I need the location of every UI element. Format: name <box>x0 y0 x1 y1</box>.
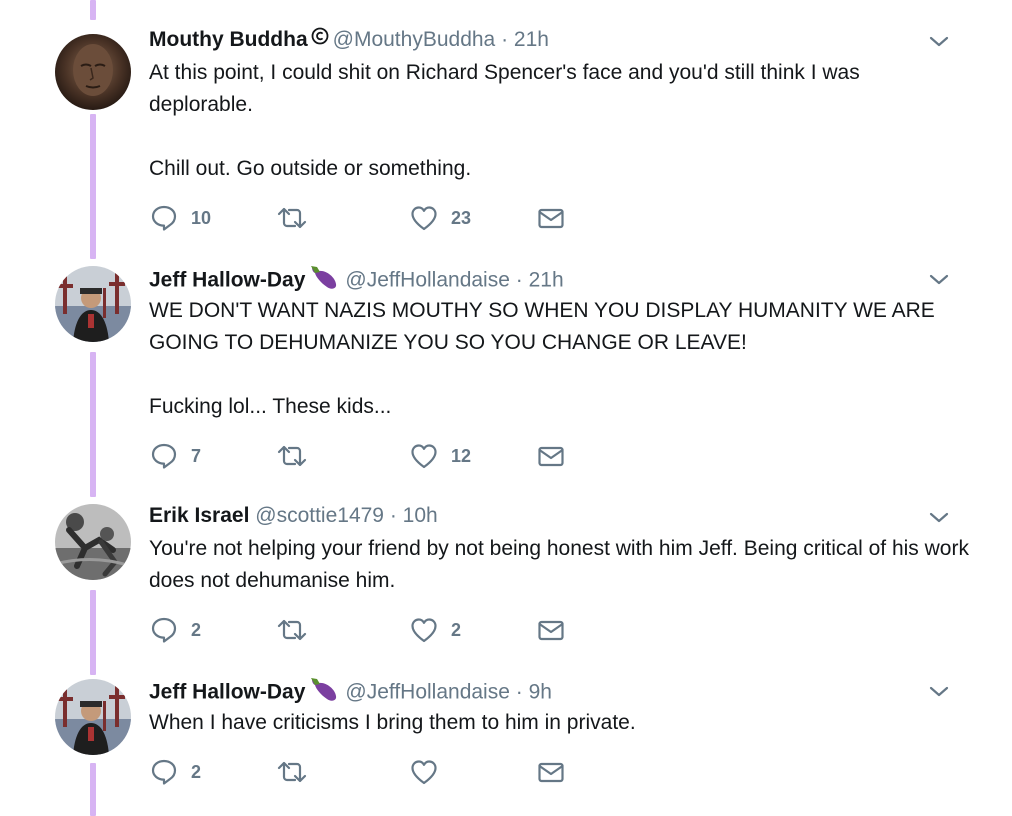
copyright-icon <box>311 25 329 53</box>
reply-count: 2 <box>191 761 202 782</box>
thread-line-2 <box>90 352 96 497</box>
direct-message-button[interactable] <box>537 615 565 645</box>
heart-icon <box>409 441 439 471</box>
avatar[interactable] <box>55 34 131 110</box>
direct-message-button[interactable] <box>537 203 565 233</box>
like-button[interactable]: 2 <box>409 615 461 645</box>
retweet-button[interactable] <box>275 615 321 645</box>
thread-line-4 <box>90 763 96 816</box>
reply-count: 2 <box>191 619 202 640</box>
tweet-header: Jeff Hallow-Day @JeffHollandaise · 9h <box>149 676 552 704</box>
like-count: 2 <box>451 619 462 640</box>
retweet-icon <box>275 615 309 645</box>
direct-message-button[interactable] <box>537 441 565 471</box>
tweet-text: You're not helping your friend by not be… <box>149 537 969 592</box>
action-bar: 7 12 <box>149 441 609 471</box>
retweet-icon <box>275 757 309 787</box>
chevron-down-icon[interactable] <box>927 682 951 700</box>
avatar[interactable] <box>55 679 131 755</box>
retweet-button[interactable] <box>275 203 321 233</box>
action-bar: 10 23 <box>149 203 609 233</box>
author-name[interactable]: Erik Israel <box>149 504 249 527</box>
author-name[interactable]: Mouthy Buddha <box>149 28 308 51</box>
envelope-icon <box>537 203 565 233</box>
reply-icon <box>149 757 179 787</box>
heart-icon <box>409 757 439 787</box>
separator-dot: · <box>515 680 523 704</box>
avatar[interactable] <box>55 266 131 342</box>
author-handle[interactable]: @scottie1479 <box>255 504 384 527</box>
thread-line-3 <box>90 590 96 675</box>
direct-message-button[interactable] <box>537 757 565 787</box>
timestamp[interactable]: 21h <box>529 269 564 292</box>
author-handle[interactable]: @JeffHollandaise <box>345 681 510 704</box>
envelope-icon <box>537 615 565 645</box>
reply-count: 7 <box>191 445 202 466</box>
tweet-header: Mouthy Buddha @MouthyBuddha · 21h <box>149 26 549 54</box>
envelope-icon <box>537 441 565 471</box>
author-handle[interactable]: @JeffHollandaise <box>345 269 510 292</box>
timestamp[interactable]: 10h <box>403 504 438 527</box>
retweet-icon <box>275 441 309 471</box>
timestamp[interactable]: 21h <box>514 28 549 51</box>
action-bar: 2 <box>149 757 609 787</box>
reply-button[interactable]: 7 <box>149 441 201 471</box>
author-name[interactable]: Jeff Hallow-Day <box>149 681 305 704</box>
reply-button[interactable]: 2 <box>149 757 201 787</box>
separator-dot: · <box>389 504 397 527</box>
eggplant-icon <box>309 676 339 710</box>
like-count: 12 <box>451 445 472 466</box>
tweet-header: Erik Israel @scottie1479 · 10h <box>149 502 438 530</box>
heart-icon <box>409 615 439 645</box>
author-handle[interactable]: @MouthyBuddha <box>333 28 496 51</box>
action-bar: 2 2 <box>149 615 609 645</box>
thread-line-1 <box>90 114 96 259</box>
reply-icon <box>149 615 179 645</box>
like-count: 23 <box>451 207 472 228</box>
like-button[interactable]: 23 <box>409 203 471 233</box>
chevron-down-icon[interactable] <box>927 270 951 288</box>
tweet-text: When I have criticisms I bring them to h… <box>149 711 636 734</box>
reply-icon <box>149 441 179 471</box>
tweet-header: Jeff Hallow-Day @JeffHollandaise · 21h <box>149 264 564 292</box>
reply-button[interactable]: 2 <box>149 615 201 645</box>
author-name[interactable]: Jeff Hallow-Day <box>149 269 305 292</box>
retweet-button[interactable] <box>275 757 321 787</box>
thread-line-top <box>90 0 96 20</box>
separator-dot: · <box>501 28 509 51</box>
eggplant-icon <box>309 264 339 298</box>
tweet-text: At this point, I could shit on Richard S… <box>149 61 860 180</box>
chevron-down-icon[interactable] <box>927 508 951 526</box>
separator-dot: · <box>515 268 523 292</box>
retweet-icon <box>275 203 309 233</box>
envelope-icon <box>537 757 565 787</box>
tweet-text: WE DON'T WANT NAZIS MOUTHY SO WHEN YOU D… <box>149 299 935 418</box>
reply-count: 10 <box>191 207 212 228</box>
chevron-down-icon[interactable] <box>927 32 951 50</box>
timestamp[interactable]: 9h <box>529 681 552 704</box>
retweet-button[interactable] <box>275 441 321 471</box>
like-button[interactable] <box>409 757 451 787</box>
reply-button[interactable]: 10 <box>149 203 211 233</box>
avatar[interactable] <box>55 504 131 580</box>
heart-icon <box>409 203 439 233</box>
reply-icon <box>149 203 179 233</box>
like-button[interactable]: 12 <box>409 441 471 471</box>
